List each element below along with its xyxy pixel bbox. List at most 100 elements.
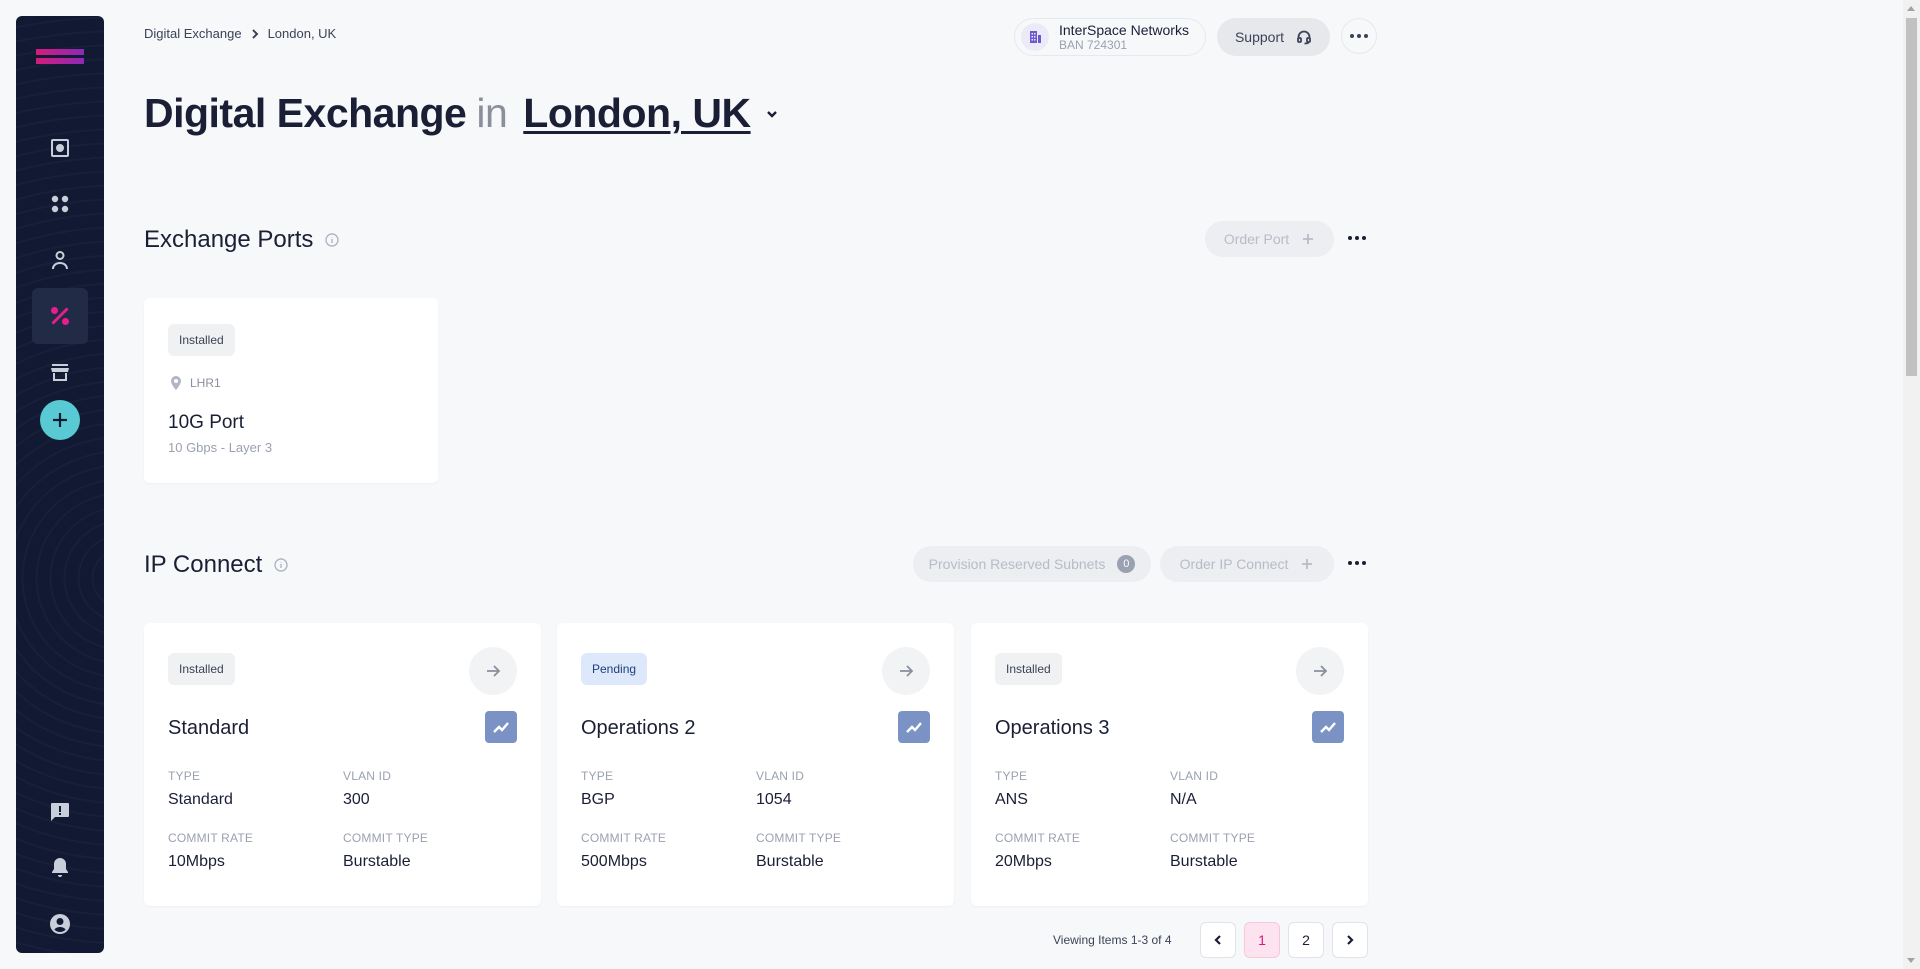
vlan-label: VLAN ID (343, 769, 392, 783)
ip-connect-heading: IP Connect (144, 551, 289, 579)
sidebar-item-users[interactable] (32, 232, 88, 288)
info-icon[interactable] (325, 233, 340, 247)
title-product: Digital Exchange (144, 90, 467, 136)
type-value: BGP (581, 791, 615, 808)
breadcrumb-root-link[interactable]: Digital Exchange (144, 26, 242, 41)
more-horizontal-icon (1350, 34, 1368, 38)
order-ip-connect-button[interactable]: Order IP Connect (1160, 546, 1334, 582)
info-icon[interactable] (274, 558, 289, 572)
pagination-summary: Viewing Items 1-3 of 4 (1053, 933, 1172, 947)
brand-logo[interactable] (36, 49, 84, 67)
commit-type-field: COMMIT TYPE Burstable (756, 831, 841, 871)
scroll-up-icon[interactable] (1907, 6, 1915, 11)
service-name: Standard (168, 717, 250, 739)
commit-rate-label: COMMIT RATE (995, 831, 1081, 845)
user-icon (52, 251, 68, 269)
chevron-right-icon (251, 28, 258, 39)
grid-dots-icon (51, 195, 69, 213)
sidebar-item-profile[interactable] (32, 896, 88, 952)
vlan-value: 1054 (756, 791, 792, 808)
vlan-label: VLAN ID (1170, 769, 1219, 783)
trend-chart-icon (493, 722, 509, 733)
location-pin-icon (171, 376, 181, 390)
provision-reserved-subnets-button[interactable]: Provision Reserved Subnets 0 (913, 546, 1151, 582)
page-scrollbar[interactable] (1903, 0, 1920, 969)
type-label: TYPE (995, 769, 1028, 783)
status-badge: Installed (995, 653, 1062, 685)
commit-type-value: Burstable (1170, 853, 1238, 870)
provision-label: Provision Reserved Subnets (928, 556, 1106, 572)
vlan-field: VLAN ID 300 (343, 769, 391, 809)
order-port-button[interactable]: Order Port (1205, 221, 1334, 257)
open-service-button[interactable] (882, 647, 930, 695)
sidebar-item-services[interactable] (32, 176, 88, 232)
ip-connect-more-button[interactable] (1348, 555, 1368, 571)
support-button[interactable]: Support (1217, 18, 1330, 56)
port-site: LHR1 (190, 376, 221, 390)
plus-icon (1302, 559, 1313, 569)
sidebar-item-marketplace[interactable] (32, 344, 88, 400)
usage-graph-button[interactable] (898, 711, 930, 743)
commit-rate-value: 500Mbps (581, 853, 647, 870)
location-dropdown[interactable]: London, UK (523, 90, 751, 137)
exchange-port-card[interactable]: Installed LHR1 10G Port 10 Gbps - Layer … (144, 298, 438, 483)
building-icon (1021, 23, 1049, 51)
feedback-icon (51, 803, 69, 821)
sidebar-item-exchange[interactable] (32, 288, 88, 344)
vlan-value: 300 (343, 791, 370, 808)
order-ip-connect-label: Order IP Connect (1179, 556, 1289, 572)
commit-rate-field: COMMIT RATE 500Mbps (581, 831, 666, 871)
pagination-prev-button[interactable] (1200, 922, 1236, 958)
page-title: Digital Exchange in London, UK (144, 90, 779, 137)
pagination-page-1[interactable]: 1 (1244, 922, 1280, 958)
ip-connect-card[interactable]: Pending Operations 2 TYPE BGP VLAN ID 10… (557, 623, 954, 906)
type-label: TYPE (581, 769, 614, 783)
scroll-down-icon[interactable] (1907, 958, 1915, 963)
add-service-button[interactable] (40, 400, 80, 440)
port-detail: 10 Gbps - Layer 3 (168, 440, 273, 455)
sidebar (16, 16, 104, 953)
account-selector[interactable]: InterSpace Networks BAN 724301 (1014, 18, 1206, 56)
chevron-right-icon (1347, 935, 1354, 945)
usage-graph-button[interactable] (485, 711, 517, 743)
ip-connect-card[interactable]: Installed Operations 3 TYPE ANS VLAN ID … (971, 623, 1368, 906)
commit-type-field: COMMIT TYPE Burstable (1170, 831, 1255, 871)
exchange-ports-heading: Exchange Ports (144, 226, 340, 254)
status-badge: Pending (581, 653, 648, 685)
service-name: Operations 2 (581, 717, 696, 739)
trend-chart-icon (1320, 722, 1336, 733)
commit-rate-label: COMMIT RATE (168, 831, 254, 845)
commit-type-value: Burstable (343, 853, 411, 870)
vlan-field: VLAN ID N/A (1170, 769, 1218, 809)
plus-icon (1303, 234, 1314, 244)
account-ban: BAN 724301 (1059, 38, 1128, 52)
pagination-next-button[interactable] (1332, 922, 1368, 958)
vlan-field: VLAN ID 1054 (756, 769, 804, 809)
pagination-page-2[interactable]: 2 (1288, 922, 1324, 958)
arrow-right-icon (900, 665, 914, 677)
commit-rate-value: 20Mbps (995, 853, 1052, 870)
account-name: InterSpace Networks (1059, 22, 1189, 38)
exchange-icon (51, 307, 69, 325)
breadcrumb-current: London, UK (267, 26, 337, 41)
vlan-label: VLAN ID (756, 769, 805, 783)
open-service-button[interactable] (469, 647, 517, 695)
usage-graph-button[interactable] (1312, 711, 1344, 743)
ip-connect-card[interactable]: Installed Standard TYPE Standard VLAN ID… (144, 623, 541, 906)
plus-icon (53, 413, 67, 427)
commit-type-label: COMMIT TYPE (343, 831, 429, 845)
scrollbar-thumb[interactable] (1906, 18, 1917, 376)
exchange-ports-title: Exchange Ports (144, 226, 314, 253)
commit-rate-field: COMMIT RATE 20Mbps (995, 831, 1080, 871)
commit-rate-label: COMMIT RATE (581, 831, 667, 845)
order-port-label: Order Port (1223, 231, 1290, 247)
sidebar-item-feedback[interactable] (32, 784, 88, 840)
title-connector: in (476, 90, 508, 136)
open-service-button[interactable] (1296, 647, 1344, 695)
header-more-button[interactable] (1341, 18, 1377, 54)
chevron-down-icon[interactable] (765, 107, 779, 121)
sidebar-item-dashboard[interactable] (32, 120, 88, 176)
sidebar-item-notifications[interactable] (32, 840, 88, 896)
account-circle-icon (50, 914, 70, 934)
exchange-ports-more-button[interactable] (1348, 230, 1368, 246)
